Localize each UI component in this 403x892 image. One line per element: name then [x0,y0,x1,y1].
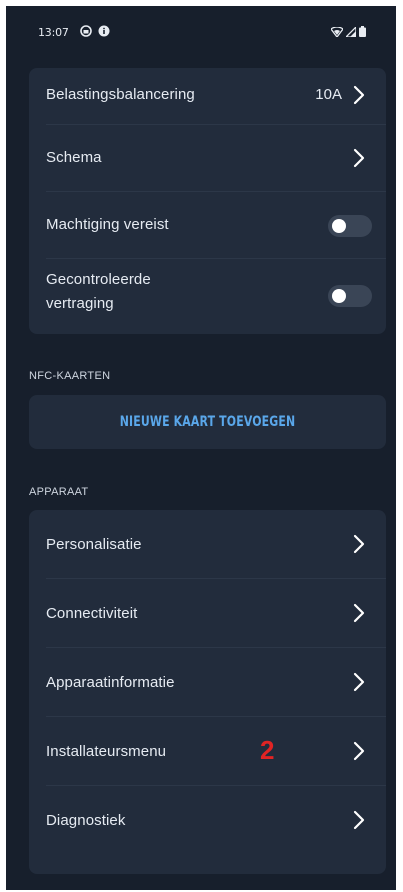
device-section-header: APPARAAT [29,486,89,498]
schedule-label: Schema [46,149,102,166]
connectivity-row[interactable]: Connectiviteit [29,579,386,647]
chevron-right-icon [352,533,366,555]
chevron-right-icon [352,740,366,762]
diagnostics-label: Diagnostiek [46,812,126,829]
chevron-right-icon [352,671,366,693]
annotation-marker: 2 [260,735,275,765]
add-card-button[interactable]: NIEUWE KAART TOEVOEGEN [29,395,386,449]
nfc-section-header: NFC-KAARTEN [29,370,111,382]
controlled-delay-label-line1: Gecontroleerde [46,271,151,288]
controlled-delay-label-line2: vertraging [46,295,114,312]
info-icon [98,25,110,40]
notification-icon [80,25,92,40]
status-time: 13:07 [38,26,69,39]
load-balancing-label: Belastingsbalancering [46,86,195,103]
add-card-button-label: NIEUWE KAART TOEVOEGEN [119,414,296,430]
personalization-label: Personalisatie [46,536,142,553]
diagnostics-row[interactable]: Diagnostiek [29,786,386,854]
chevron-right-icon [352,602,366,624]
connectivity-label: Connectiviteit [46,605,138,622]
device-info-label: Apparaatinformatie [46,674,175,691]
installer-menu-label: Installateursmenu [46,743,167,760]
charging-settings-card: Belastingsbalancering 10A Schema Machtig… [29,68,386,334]
controlled-delay-row: Gecontroleerde vertraging [29,259,386,334]
signal-icon [344,25,357,40]
load-balancing-value: 10A [315,86,342,103]
authorization-required-toggle[interactable] [328,215,372,237]
status-icons [330,25,366,40]
load-balancing-row[interactable]: Belastingsbalancering 10A [29,68,386,124]
installer-menu-row[interactable]: Installateursmenu 2 [29,717,386,785]
device-card: Personalisatie Connectiviteit Apparaatin… [29,510,386,874]
chevron-right-icon [352,147,366,169]
chevron-right-icon [352,84,366,106]
app-screen: 13:07 Belastingsbalancering 10A Schema M… [6,6,396,890]
wifi-icon [330,26,344,40]
controlled-delay-toggle[interactable] [328,285,372,307]
battery-icon [359,26,366,40]
status-bar: 13:07 [6,6,396,58]
schedule-row[interactable]: Schema [29,125,386,191]
personalization-row[interactable]: Personalisatie [29,510,386,578]
device-info-row[interactable]: Apparaatinformatie [29,648,386,716]
toggle-knob [332,289,346,303]
authorization-required-label: Machtiging vereist [46,216,169,233]
chevron-right-icon [352,809,366,831]
authorization-required-row: Machtiging vereist [29,192,386,258]
toggle-knob [332,219,346,233]
